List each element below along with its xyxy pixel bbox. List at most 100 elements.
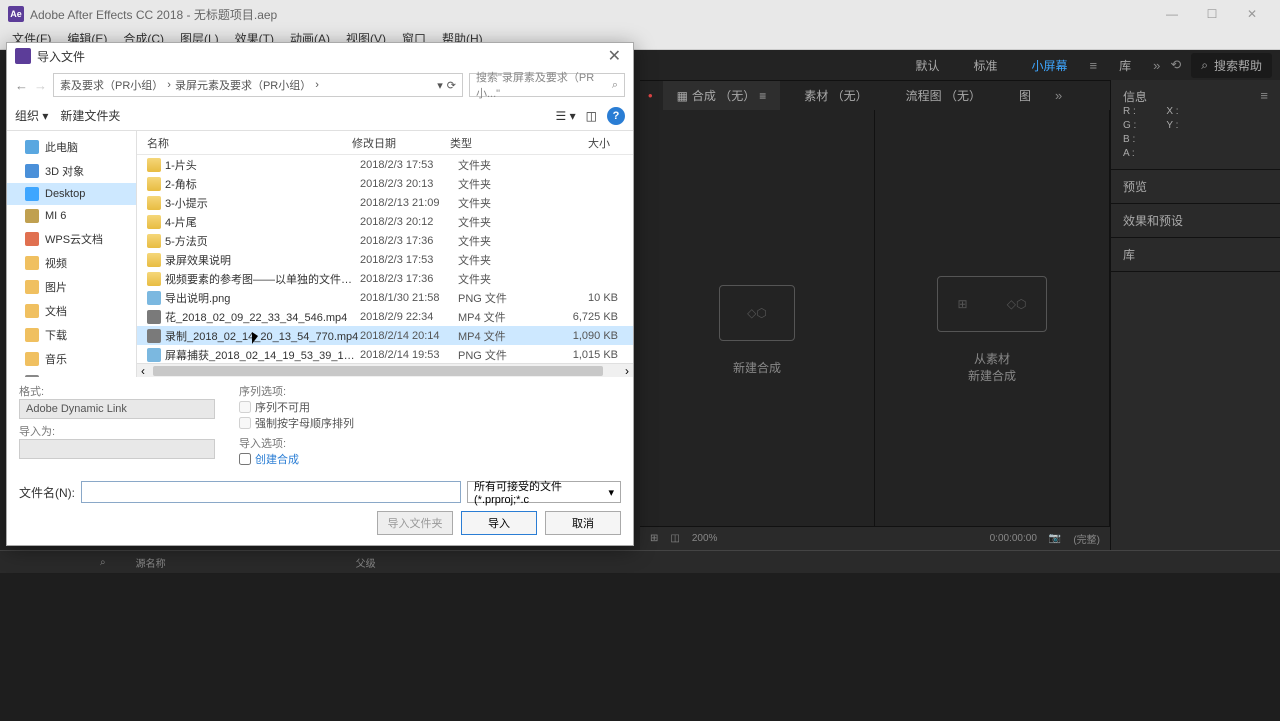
panel-pin-icon[interactable]: •	[648, 88, 653, 103]
crumb-2[interactable]: 录屏元素及要求（PR小组）	[175, 77, 311, 93]
close-button[interactable]: ✕	[1232, 0, 1272, 28]
zoom-value[interactable]: 200%	[692, 533, 718, 544]
dialog-close-button[interactable]: ✕	[604, 46, 625, 66]
tab-flowchart[interactable]: 流程图 （无）	[892, 81, 995, 110]
col-type[interactable]: 类型	[450, 135, 550, 151]
maximize-button[interactable]: ☐	[1192, 0, 1232, 28]
dialog-search[interactable]: 搜索"录屏素及要求（PR小..." ⌕	[469, 73, 625, 97]
preview-pane-icon[interactable]: ◫	[586, 109, 597, 123]
search-help[interactable]: ⌕ 搜索帮助	[1191, 53, 1272, 78]
file-row[interactable]: 4-片尾2018/2/3 20:12文件夹	[137, 212, 633, 231]
library-panel[interactable]: 库	[1111, 238, 1280, 272]
new-comp-drop[interactable]: ◇⬡ 新建合成	[640, 110, 875, 550]
tab-graph[interactable]: 图	[1005, 81, 1045, 110]
info-tab[interactable]: 信息	[1123, 88, 1147, 105]
file-row[interactable]: 屏幕捕获_2018_02_14_19_53_39_179....2018/2/1…	[137, 345, 633, 363]
format-select[interactable]: Adobe Dynamic Link	[19, 399, 215, 419]
grid-icon[interactable]: ⊞	[650, 533, 658, 544]
sidebar-item[interactable]: 下载	[7, 323, 136, 347]
resolution-status[interactable]: (完整)	[1073, 531, 1100, 546]
file-row[interactable]: 导出说明.png2018/1/30 21:58PNG 文件10 KB	[137, 288, 633, 307]
scroll-right-icon[interactable]: ›	[621, 364, 633, 378]
importas-select[interactable]	[19, 439, 215, 459]
file-row[interactable]: 花_2018_02_09_22_33_34_546.mp42018/2/9 22…	[137, 307, 633, 326]
scroll-left-icon[interactable]: ‹	[137, 364, 149, 378]
file-size: 6,725 KB	[558, 311, 628, 323]
file-name: 导出说明.png	[165, 290, 360, 306]
panel-menu-icon[interactable]: ≡	[1260, 88, 1268, 105]
titlebar: Ae Adobe After Effects CC 2018 - 无标题项目.a…	[0, 0, 1280, 28]
minimize-button[interactable]: —	[1152, 0, 1192, 28]
timeline-tracks[interactable]	[0, 573, 1280, 721]
tab-composition[interactable]: ▦合成 （无）≡	[663, 81, 781, 110]
format-value: Adobe Dynamic Link	[26, 403, 127, 415]
cancel-button[interactable]: 取消	[545, 511, 621, 535]
new-comp-label: 新建合成	[733, 359, 781, 376]
tab-footage[interactable]: 素材 （无）	[790, 81, 881, 110]
file-row[interactable]: 视频要素的参考图——以单独的文件夹...2018/2/3 17:36文件夹	[137, 269, 633, 288]
filetype-filter[interactable]: 所有可接受的文件 (*.prproj;*.c▾	[467, 481, 621, 503]
workspace-small-screen[interactable]: 小屏幕	[1019, 53, 1079, 78]
col-size[interactable]: 大小	[550, 135, 620, 151]
sidebar-item[interactable]: MI 6	[7, 205, 136, 227]
workspace-standard[interactable]: 标准	[961, 53, 1009, 78]
workspace-default[interactable]: 默认	[903, 53, 951, 78]
workspace-library[interactable]: 库	[1107, 53, 1143, 78]
mask-icon[interactable]: ◫	[670, 533, 679, 544]
chevron-down-icon[interactable]: ▾	[437, 79, 443, 92]
help-icon[interactable]: ?	[607, 107, 625, 125]
file-row[interactable]: 1-片头2018/2/3 17:53文件夹	[137, 155, 633, 174]
sync-icon[interactable]: ⟲	[1170, 57, 1181, 73]
preview-panel[interactable]: 预览	[1111, 170, 1280, 204]
effects-panel[interactable]: 效果和预设	[1111, 204, 1280, 238]
search-track-icon[interactable]: ⌕	[100, 557, 106, 568]
new-folder-button[interactable]: 新建文件夹	[60, 107, 120, 124]
file-list-header: 名称 修改日期 类型 大小	[137, 131, 633, 155]
breadcrumb[interactable]: 素及要求（PR小组） › 录屏元素及要求（PR小组） › ▾ ⟳	[53, 73, 463, 97]
col-date[interactable]: 修改日期	[352, 135, 450, 151]
view-menu-icon[interactable]: ☰ ▾	[556, 109, 576, 123]
create-comp-checkbox[interactable]	[239, 453, 251, 465]
file-row[interactable]: 录屏效果说明2018/2/3 17:53文件夹	[137, 250, 633, 269]
col-name[interactable]: 名称	[137, 135, 352, 151]
file-icon	[147, 253, 161, 267]
sidebar-item[interactable]: 文档	[7, 299, 136, 323]
sidebar-item[interactable]: WPS云文档	[7, 227, 136, 251]
file-icon	[147, 196, 161, 210]
import-opts-label: 导入选项:	[239, 435, 621, 451]
importas-label: 导入为:	[19, 423, 219, 439]
sidebar-label: 3D 对象	[45, 163, 84, 179]
sidebar-item[interactable]: 视频	[7, 251, 136, 275]
nav-back-icon[interactable]: ←	[15, 78, 28, 93]
sidebar-item[interactable]: 3D 对象	[7, 159, 136, 183]
workspace-overflow-icon[interactable]: »	[1153, 58, 1160, 73]
sidebar-item[interactable]: Desktop	[7, 183, 136, 205]
refresh-icon[interactable]: ⟳	[447, 79, 456, 92]
organize-button[interactable]: 组织 ▾	[15, 107, 48, 124]
sidebar-item[interactable]: 音乐	[7, 347, 136, 371]
camera-icon[interactable]: 📷	[1049, 533, 1061, 544]
scrollbar-thumb[interactable]	[153, 366, 603, 376]
filename-input[interactable]	[81, 481, 461, 503]
from-footage-drop[interactable]: ⊞◇⬡ 从素材 新建合成	[875, 110, 1110, 550]
sidebar-item[interactable]: 图片	[7, 275, 136, 299]
workspace-menu-icon[interactable]: ≡	[1090, 58, 1098, 73]
file-row[interactable]: 录制_2018_02_14_20_13_54_770.mp42018/2/14 …	[137, 326, 633, 345]
horizontal-scrollbar[interactable]: ‹›	[137, 363, 633, 377]
tab-menu-icon[interactable]: ≡	[759, 89, 766, 103]
file-row[interactable]: 5-方法页2018/2/3 17:36文件夹	[137, 231, 633, 250]
right-panel: 信息≡ R : G : B : A : X : Y : 预览 效果和预设 库	[1110, 80, 1280, 550]
sidebar-item[interactable]: 此电脑	[7, 135, 136, 159]
import-button[interactable]: 导入	[461, 511, 537, 535]
col-parent: 父级	[356, 555, 376, 570]
timecode[interactable]: 0:00:00:00	[990, 533, 1037, 544]
file-icon	[147, 310, 161, 324]
crumb-1[interactable]: 素及要求（PR小组）	[60, 77, 163, 93]
file-list[interactable]: 1-片头2018/2/3 17:53文件夹2-角标2018/2/3 20:13文…	[137, 155, 633, 363]
panel-overflow-icon[interactable]: »	[1055, 88, 1062, 103]
file-row[interactable]: 3-小提示2018/2/13 21:09文件夹	[137, 193, 633, 212]
import-folder-button[interactable]: 导入文件夹	[377, 511, 453, 535]
file-name: 屏幕捕获_2018_02_14_19_53_39_179....	[165, 347, 360, 363]
nav-fwd-icon[interactable]: →	[34, 78, 47, 93]
file-row[interactable]: 2-角标2018/2/3 20:13文件夹	[137, 174, 633, 193]
